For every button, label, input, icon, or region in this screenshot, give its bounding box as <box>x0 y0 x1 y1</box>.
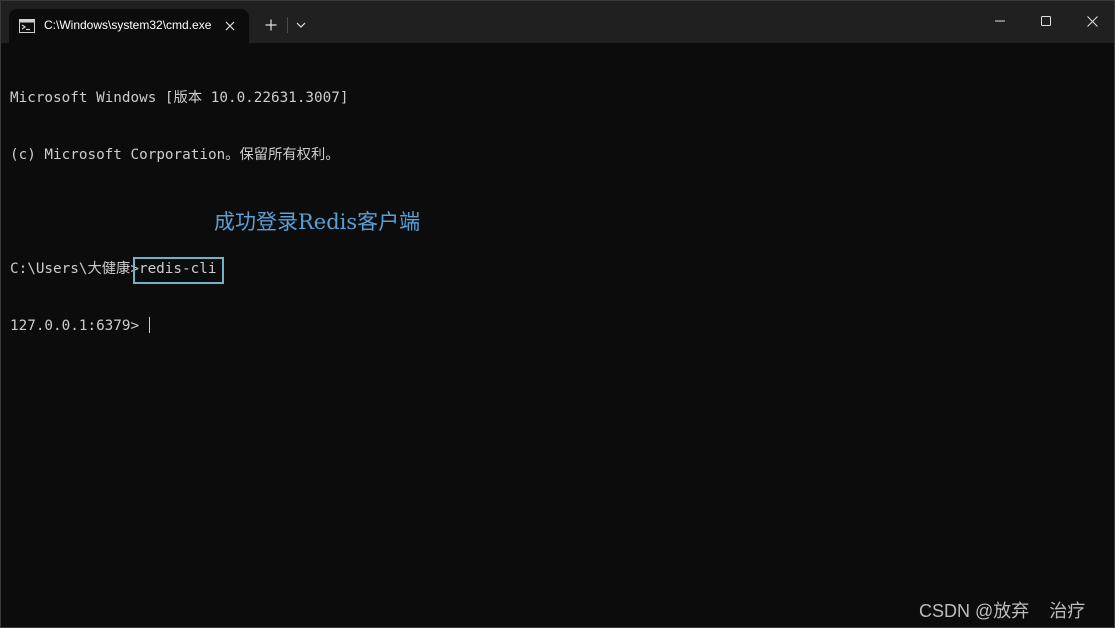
close-icon <box>1086 15 1098 27</box>
version-line: Microsoft Windows [版本 10.0.22631.3007] <box>10 90 349 106</box>
text-cursor <box>148 317 150 333</box>
command-text: redis-cli <box>138 261 217 277</box>
tab-separator <box>287 17 288 33</box>
plus-icon[interactable] <box>259 13 283 37</box>
command-highlight: redis-cli <box>132 257 225 284</box>
watermark: CSDN @放弃 治疗 <box>919 601 1086 621</box>
close-tab-icon[interactable] <box>219 15 241 37</box>
cmd-icon <box>19 19 35 33</box>
command-line: C:\Users\大健康>redis-cli <box>10 257 1100 284</box>
prompt-path: C:\Users\大健康 <box>10 261 131 277</box>
minimize-icon <box>995 20 1005 22</box>
terminal-window: C:\Windows\system32\cmd.exe Microsoft Wi… <box>0 0 1115 628</box>
close-window-button[interactable] <box>1069 1 1115 41</box>
minimize-button[interactable] <box>977 1 1023 41</box>
redis-prompt: 127.0.0.1:6379> <box>10 318 148 334</box>
title-bar: C:\Windows\system32\cmd.exe <box>1 1 1114 43</box>
annotation-label: 成功登录Redis客户端 <box>214 210 421 234</box>
maximize-icon <box>1041 16 1051 26</box>
tab-cmd[interactable]: C:\Windows\system32\cmd.exe <box>9 9 249 43</box>
copyright-line: (c) Microsoft Corporation。保留所有权利。 <box>10 147 340 163</box>
prompt-caret: > <box>130 261 139 277</box>
maximize-button[interactable] <box>1023 1 1069 41</box>
chevron-down-icon[interactable] <box>290 13 312 37</box>
tab-title: C:\Windows\system32\cmd.exe <box>44 18 212 32</box>
terminal-output[interactable]: Microsoft Windows [版本 10.0.22631.3007] (… <box>10 51 1100 374</box>
redis-prompt-line[interactable]: 127.0.0.1:6379> <box>10 317 1100 336</box>
